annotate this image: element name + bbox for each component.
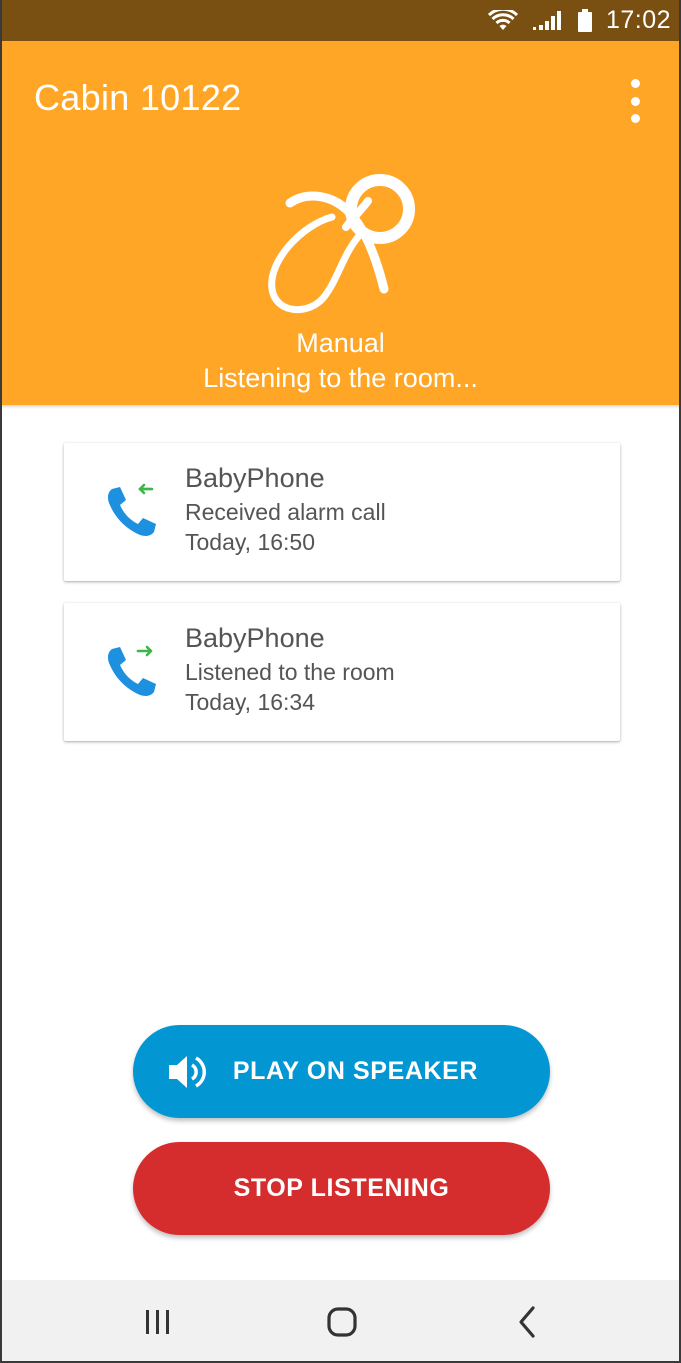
call-time: Today, 16:50 bbox=[185, 529, 316, 555]
status-bar: 17:02 bbox=[0, 0, 681, 41]
clock: 17:02 bbox=[605, 6, 671, 34]
stop-listening-label: STOP LISTENING bbox=[233, 1174, 450, 1202]
speaker-icon bbox=[169, 1056, 206, 1088]
call-log-card[interactable]: BabyPhone Listened to the room Today, 16… bbox=[64, 603, 620, 741]
play-on-speaker-label: PLAY ON SPEAKER bbox=[232, 1057, 479, 1085]
system-nav-bar bbox=[0, 1280, 681, 1363]
call-description: Received alarm call bbox=[185, 499, 386, 525]
recents-icon[interactable] bbox=[140, 1304, 176, 1340]
call-name: BabyPhone bbox=[185, 463, 325, 493]
header-shadow bbox=[0, 405, 681, 409]
home-icon[interactable] bbox=[324, 1304, 360, 1340]
menu-dot bbox=[630, 96, 640, 106]
menu-dot bbox=[630, 114, 640, 123]
incoming-call-icon bbox=[108, 483, 156, 536]
stop-listening-button[interactable]: STOP LISTENING bbox=[133, 1142, 550, 1235]
play-on-speaker-button[interactable]: PLAY ON SPEAKER bbox=[133, 1025, 550, 1118]
call-time: Today, 16:34 bbox=[185, 689, 316, 715]
page-title: Cabin 10122 bbox=[34, 77, 242, 118]
back-icon[interactable] bbox=[509, 1304, 545, 1340]
pacifier-icon bbox=[268, 174, 415, 313]
call-name: BabyPhone bbox=[185, 623, 325, 653]
wifi-icon bbox=[487, 9, 518, 30]
app-header: Cabin 10122 Manual Listening to the room… bbox=[0, 41, 681, 405]
overflow-menu-button[interactable] bbox=[627, 79, 643, 123]
outgoing-call-icon bbox=[108, 645, 156, 696]
mode-label: Manual bbox=[296, 328, 385, 358]
signal-icon bbox=[532, 10, 561, 30]
listening-status: Listening to the room... bbox=[203, 363, 478, 393]
battery-icon bbox=[577, 8, 592, 32]
call-description: Listened to the room bbox=[185, 659, 395, 685]
call-log-card[interactable]: BabyPhone Received alarm call Today, 16:… bbox=[64, 443, 620, 581]
menu-dot bbox=[630, 79, 640, 88]
frame-border bbox=[0, 0, 2, 1363]
